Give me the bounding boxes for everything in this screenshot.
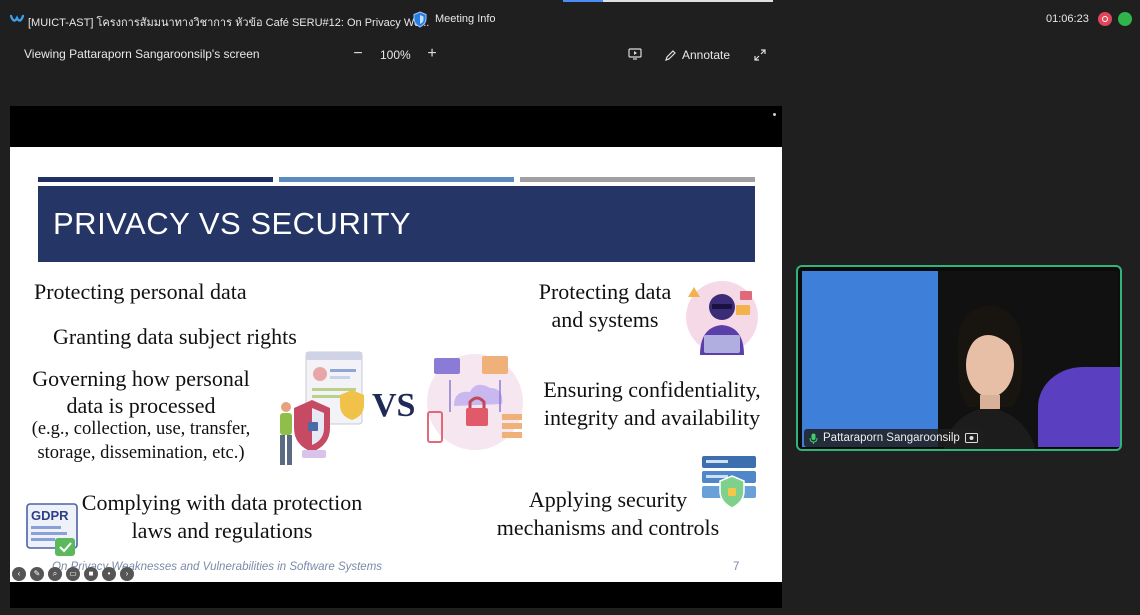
security-point-2-line2: integrity and availability <box>543 405 761 430</box>
privacy-point-3-line1: Governing how personal <box>32 366 250 391</box>
participant-video[interactable]: Pattaraporn Sangaroonsilp <box>796 265 1122 451</box>
next-slide-icon[interactable]: › <box>120 567 134 581</box>
zoom-in-button[interactable]: + <box>424 44 440 64</box>
remote-control-icon[interactable] <box>628 48 642 60</box>
hacker-illustration-icon <box>686 281 758 355</box>
network-status-icon <box>1118 12 1132 26</box>
privacy-note-line2: storage, dissemination, etc.) <box>37 443 245 463</box>
security-point-3: Applying security mechanisms and control… <box>488 486 728 542</box>
screen-share-icon <box>964 433 978 443</box>
more-options-icon[interactable]: • <box>102 567 116 581</box>
annotate-label: Annotate <box>682 48 731 62</box>
participant-name: Pattaraporn Sangaroonsilp <box>823 432 960 444</box>
security-point-1-line2: and systems <box>551 307 659 332</box>
video-background-blue <box>802 271 938 447</box>
security-point-1: Protecting data and systems <box>525 278 685 334</box>
vs-label: VS <box>372 387 416 424</box>
participant-silhouette-icon <box>943 305 1035 449</box>
window-title: [MUICT-AST] โครงการสัมมนาทางวิชาการ หัวข… <box>28 17 430 29</box>
zoom-out-button[interactable]: − <box>350 44 366 64</box>
viewing-label: Viewing Pattaraporn Sangaroonsilp's scre… <box>24 47 260 61</box>
tab-indicator <box>603 0 773 2</box>
privacy-point-3-note: (e.g., collection, use, transfer, storag… <box>16 417 266 465</box>
annotate-button[interactable]: Annotate <box>664 46 730 64</box>
privacy-note-line1: (e.g., collection, use, transfer, <box>31 419 251 439</box>
presentation-slide: PRIVACY VS SECURITY Protecting personal … <box>10 147 782 582</box>
shield-icon[interactable] <box>412 11 428 28</box>
gdpr-document-icon: GDPR <box>26 503 78 556</box>
gdpr-label: GDPR <box>31 508 69 523</box>
fullscreen-icon[interactable] <box>753 48 767 62</box>
video-background-purple <box>1038 367 1120 447</box>
captions-icon[interactable]: ▭ <box>66 567 80 581</box>
slide-page-number: 7 <box>733 561 740 573</box>
privacy-point-4: Complying with data protection laws and … <box>72 489 372 545</box>
security-point-2-line1: Ensuring confidentiality, <box>543 377 761 402</box>
security-illustration-icon <box>427 354 523 450</box>
zoom-level[interactable]: 100% <box>380 48 411 62</box>
privacy-point-1: Protecting personal data <box>34 279 247 304</box>
meeting-info-link[interactable]: Meeting Info <box>435 13 496 25</box>
participant-name-tag: Pattaraporn Sangaroonsilp <box>804 429 983 447</box>
magnifier-icon[interactable]: ⌕ <box>48 567 62 581</box>
slide-accent-bar-3 <box>520 177 755 182</box>
pen-icon <box>665 49 676 61</box>
slide-accent-bar-1 <box>38 177 273 182</box>
title-bar: [MUICT-AST] โครงการสัมมนาทางวิชาการ หัวข… <box>0 0 1140 38</box>
security-point-3-line2: mechanisms and controls <box>496 515 720 540</box>
recording-icon <box>1098 12 1112 26</box>
privacy-point-3-line2: data is processed <box>66 393 216 418</box>
privacy-point-3: Governing how personal data is processed <box>10 365 272 419</box>
slide-accent-bar-2 <box>279 177 514 182</box>
microphone-icon <box>809 433 818 444</box>
security-point-2: Ensuring confidentiality, integrity and … <box>532 376 772 432</box>
privacy-point-4-line1: Complying with data protection <box>81 490 363 515</box>
slide-title: PRIVACY VS SECURITY <box>53 206 412 241</box>
screen-dot <box>773 113 776 116</box>
privacy-illustration-icon <box>280 351 364 465</box>
pen-tool-icon[interactable]: ✎ <box>30 567 44 581</box>
elapsed-time: 01:06:23 <box>1046 13 1089 25</box>
share-toolbar: Viewing Pattaraporn Sangaroonsilp's scre… <box>0 38 1140 72</box>
privacy-point-4-line2: laws and regulations <box>131 518 313 543</box>
active-indicator <box>563 0 603 2</box>
slide-title-band: PRIVACY VS SECURITY <box>38 186 755 262</box>
webex-logo-icon <box>10 14 24 22</box>
slide-navigation-tools: ‹ ✎ ⌕ ▭ ■ • › <box>10 566 134 582</box>
security-point-3-line1: Applying security <box>528 487 688 512</box>
camera-icon[interactable]: ■ <box>84 567 98 581</box>
server-security-icon <box>702 456 756 509</box>
security-point-1-line1: Protecting data <box>538 279 672 304</box>
previous-slide-icon[interactable]: ‹ <box>12 567 26 581</box>
privacy-point-2: Granting data subject rights <box>53 324 297 349</box>
